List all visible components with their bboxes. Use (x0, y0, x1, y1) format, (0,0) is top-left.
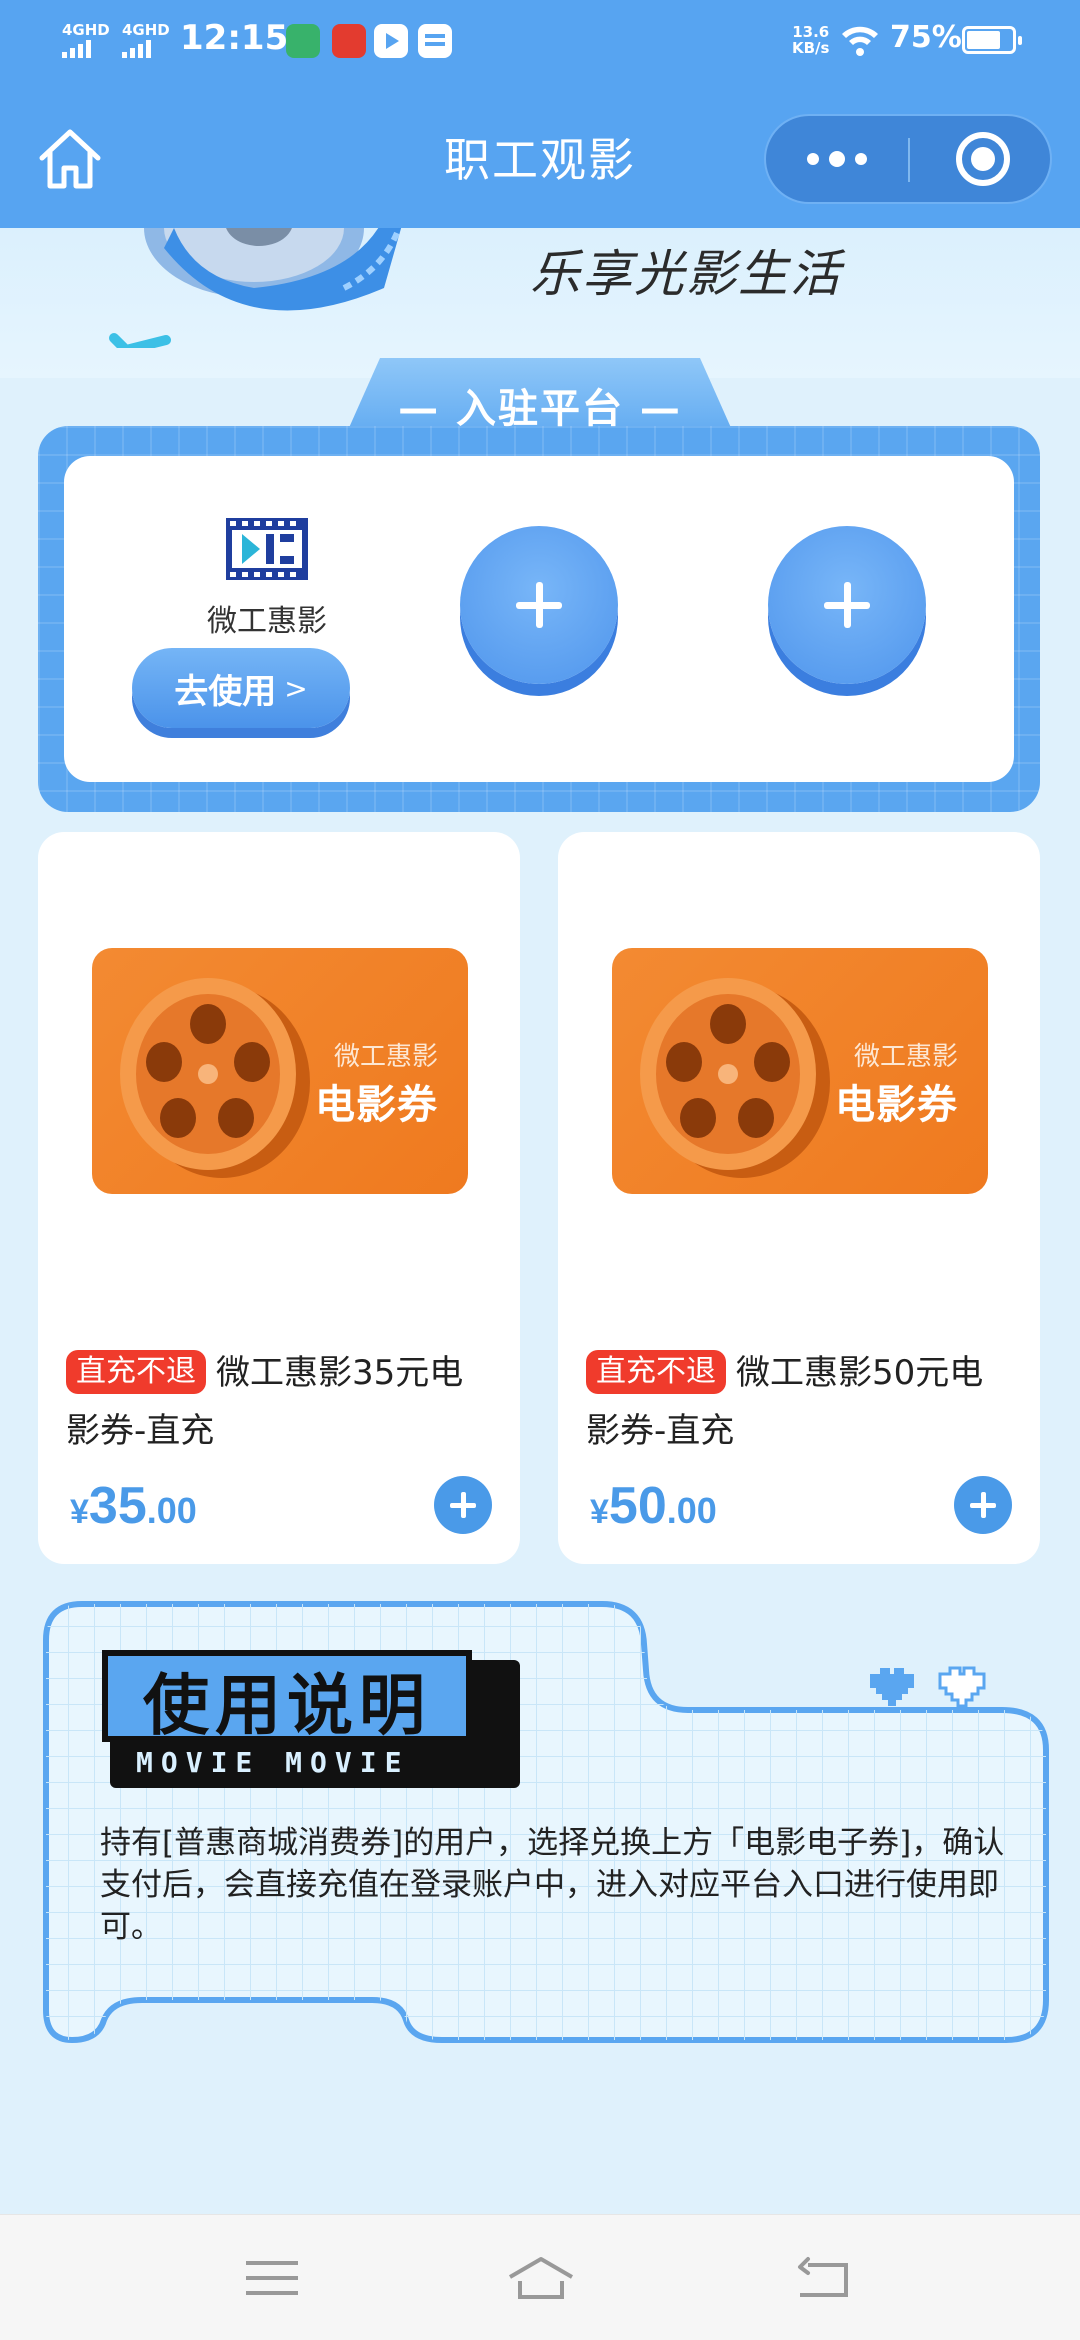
product-title: 直充不退 微工惠影35元电影券-直充 (66, 1344, 496, 1460)
message-notification-icon (418, 24, 452, 58)
film-reel-icon (640, 978, 830, 1178)
network-speed-value: 13.6 (792, 23, 830, 41)
voucher-brand: 微工惠影 (853, 1042, 958, 1072)
use-platform-button[interactable]: 去使用 > (132, 648, 350, 728)
platform-panel: 微工惠影 去使用 > (38, 426, 1040, 812)
add-to-cart-button[interactable] (954, 1476, 1012, 1534)
status-bar: 4GHD 4GHD 12:15 13.6 KB/s 75% (0, 0, 1080, 84)
voucher-type: 电影券 (315, 1082, 438, 1128)
price-currency: ¥ (590, 1493, 609, 1531)
product-card[interactable]: 微工惠影 电影券 直充不退 微工惠影35元电影券-直充 ¥35.00 (38, 832, 520, 1564)
product-title: 直充不退 微工惠影50元电影券-直充 (586, 1344, 1016, 1460)
battery-percentage: 75% (890, 20, 962, 55)
news-notification-icon (332, 24, 366, 58)
product-price: ¥35.00 (70, 1476, 197, 1536)
usage-description: 持有[普惠商城消费券]的用户，选择兑换上方「电影电子券]，确认支付后，会直接充值… (100, 1825, 1005, 1945)
pixel-hearts-icon (870, 1666, 986, 1708)
wifi-icon (842, 26, 878, 56)
price-decimal: .00 (146, 1490, 197, 1531)
add-platform-button[interactable] (460, 526, 618, 684)
signal-indicator-2: 4GHD (122, 22, 170, 58)
more-button[interactable] (766, 116, 908, 202)
chevron-right-icon: > (284, 671, 308, 705)
price-decimal: .00 (666, 1490, 717, 1531)
signal-bars-icon (122, 40, 170, 58)
product-price: ¥50.00 (590, 1476, 717, 1536)
video-notification-icon (374, 24, 408, 58)
status-time: 12:15 (180, 18, 289, 58)
signal-label-2: 4GHD (122, 21, 170, 39)
use-platform-label: 去使用 (174, 671, 277, 712)
price-integer: 35 (88, 1477, 147, 1535)
add-platform-button[interactable] (768, 526, 926, 684)
signal-indicator-1: 4GHD (62, 22, 110, 58)
signal-bars-icon (62, 40, 110, 58)
back-icon[interactable] (794, 2253, 854, 2303)
voucher-brand: 微工惠影 (333, 1042, 438, 1072)
no-refund-badge: 直充不退 (586, 1350, 726, 1394)
banner-slogan: 乐享光影生活 (530, 245, 842, 303)
nav-bar: 职工观影 (0, 84, 1080, 228)
app-notification-icon (286, 24, 320, 58)
price-integer: 50 (608, 1477, 667, 1535)
price-currency: ¥ (70, 1493, 89, 1531)
menu-icon[interactable] (242, 2253, 302, 2303)
platform-list: 微工惠影 去使用 > (64, 456, 1014, 782)
movie-voucher-image: 微工惠影 电影券 (92, 948, 468, 1194)
network-speed: 13.6 KB/s (792, 24, 829, 56)
weigong-huiying-logo-icon (226, 518, 308, 580)
banner: 乐享光影生活 (0, 228, 1080, 378)
top-header: 4GHD 4GHD 12:15 13.6 KB/s 75% 职工观影 (0, 0, 1080, 228)
capsule-divider (908, 138, 910, 182)
mini-program-capsule (764, 114, 1052, 204)
film-reel-icon (120, 978, 310, 1178)
battery-icon (962, 26, 1022, 54)
more-dot-icon (829, 151, 845, 167)
system-home-icon[interactable] (506, 2253, 576, 2303)
platform-heading: — 入驻平台 — (398, 386, 682, 432)
signal-label-1: 4GHD (62, 21, 110, 39)
usage-subtitle: MOVIE MOVIE (136, 1746, 410, 1779)
movie-voucher-image: 微工惠影 电影券 (612, 948, 988, 1194)
platform-name: 微工惠影 (207, 604, 327, 639)
product-card[interactable]: 微工惠影 电影券 直充不退 微工惠影50元电影券-直充 ¥50.00 (558, 832, 1040, 1564)
film-reel-illustration (109, 228, 402, 348)
usage-title: 使用说明 (143, 1666, 431, 1744)
voucher-type: 电影券 (835, 1082, 958, 1128)
system-nav-bar (0, 2214, 1080, 2340)
more-dot-icon (807, 153, 819, 165)
close-mini-program-icon[interactable] (956, 132, 1010, 186)
network-speed-unit: KB/s (792, 39, 830, 57)
add-to-cart-button[interactable] (434, 1476, 492, 1534)
battery-level-fill (967, 31, 1000, 49)
more-dot-icon (855, 153, 867, 165)
no-refund-badge: 直充不退 (66, 1350, 206, 1394)
